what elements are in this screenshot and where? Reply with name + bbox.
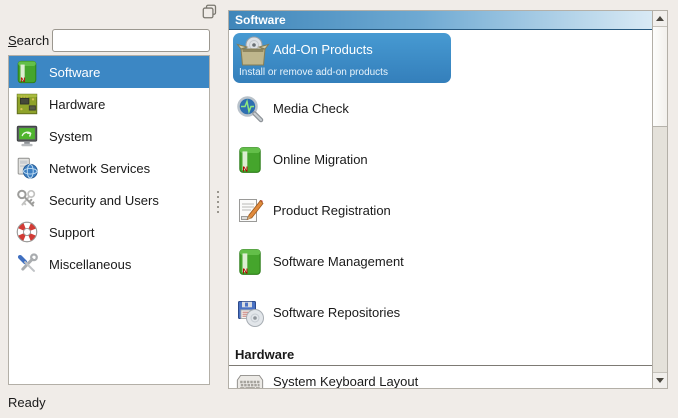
green-package-icon: N [235, 145, 265, 175]
svg-text:N: N [243, 266, 248, 275]
magnifier-pulse-icon [235, 94, 265, 124]
up-arrow-icon [656, 16, 664, 21]
svg-text:N: N [243, 164, 248, 173]
module-label: Software Management [273, 254, 404, 269]
module-item-system-keyboard-layout[interactable]: System Keyboard Layout [229, 366, 652, 388]
module-item-software-management[interactable]: N Software Management [229, 236, 652, 287]
keyboard-icon [235, 367, 265, 389]
category-list: N Software Hardware [8, 55, 210, 385]
group-header-software: Software [229, 11, 652, 30]
box-with-cd-icon [236, 35, 270, 69]
module-label: Product Registration [273, 203, 391, 218]
module-item-software-repositories[interactable]: Software Repositories [229, 287, 652, 338]
sidebar-item-miscellaneous[interactable]: Miscellaneous [9, 248, 209, 280]
group-header-hardware: Hardware [229, 340, 652, 366]
green-package-icon: N [13, 59, 40, 86]
vertical-scrollbar[interactable] [652, 11, 667, 388]
panel-splitter-handle[interactable] [215, 188, 221, 216]
scroll-down-button[interactable] [653, 372, 667, 388]
scrollbar-thumb[interactable] [653, 27, 667, 127]
module-item-add-on-products[interactable]: Add-On Products Install or remove add-on… [233, 33, 451, 83]
search-label: Search [8, 33, 49, 48]
green-package-icon: N [235, 247, 265, 277]
circuit-board-icon [13, 91, 40, 118]
lifebuoy-icon [13, 219, 40, 246]
sidebar-item-label: System [49, 129, 92, 144]
module-item-online-migration[interactable]: N Online Migration [229, 134, 652, 185]
keys-icon [13, 187, 40, 214]
sidebar-item-label: Support [49, 225, 95, 240]
module-item-product-registration[interactable]: Product Registration [229, 185, 652, 236]
module-label: Media Check [273, 101, 349, 116]
module-label: Software Repositories [273, 305, 400, 320]
module-item-media-check[interactable]: Media Check [229, 83, 652, 134]
svg-text:N: N [20, 77, 25, 84]
tools-icon [13, 251, 40, 278]
document-pencil-icon [235, 196, 265, 226]
sidebar-item-label: Network Services [49, 161, 150, 176]
sidebar-item-label: Miscellaneous [49, 257, 131, 272]
sidebar-item-software[interactable]: N Software [9, 56, 209, 88]
sidebar-item-label: Security and Users [49, 193, 159, 208]
sidebar-item-security-and-users[interactable]: Security and Users [9, 184, 209, 216]
down-arrow-icon [656, 378, 664, 383]
monitor-icon [13, 123, 40, 150]
scrollbar-trough[interactable] [653, 127, 667, 372]
sidebar-item-hardware[interactable]: Hardware [9, 88, 209, 120]
module-label: Online Migration [273, 152, 368, 167]
search-input[interactable] [52, 29, 210, 52]
module-list: Software Add-On Products Install or remo… [229, 11, 652, 388]
module-subtitle: Install or remove add-on products [239, 67, 388, 78]
module-panel: Software Add-On Products Install or remo… [228, 10, 668, 389]
detach-window-button[interactable] [202, 4, 217, 19]
module-title: Add-On Products [273, 42, 373, 57]
sidebar-item-system[interactable]: System [9, 120, 209, 152]
sidebar-item-network-services[interactable]: Network Services [9, 152, 209, 184]
overlapping-windows-icon [202, 4, 217, 19]
module-label: System Keyboard Layout [273, 374, 418, 388]
status-text: Ready [8, 395, 46, 410]
sidebar-item-label: Software [49, 65, 100, 80]
sidebar-item-label: Hardware [49, 97, 105, 112]
scroll-up-button[interactable] [653, 11, 667, 27]
sidebar-item-support[interactable]: Support [9, 216, 209, 248]
network-globe-icon [13, 155, 40, 182]
floppy-cd-icon [235, 298, 265, 328]
